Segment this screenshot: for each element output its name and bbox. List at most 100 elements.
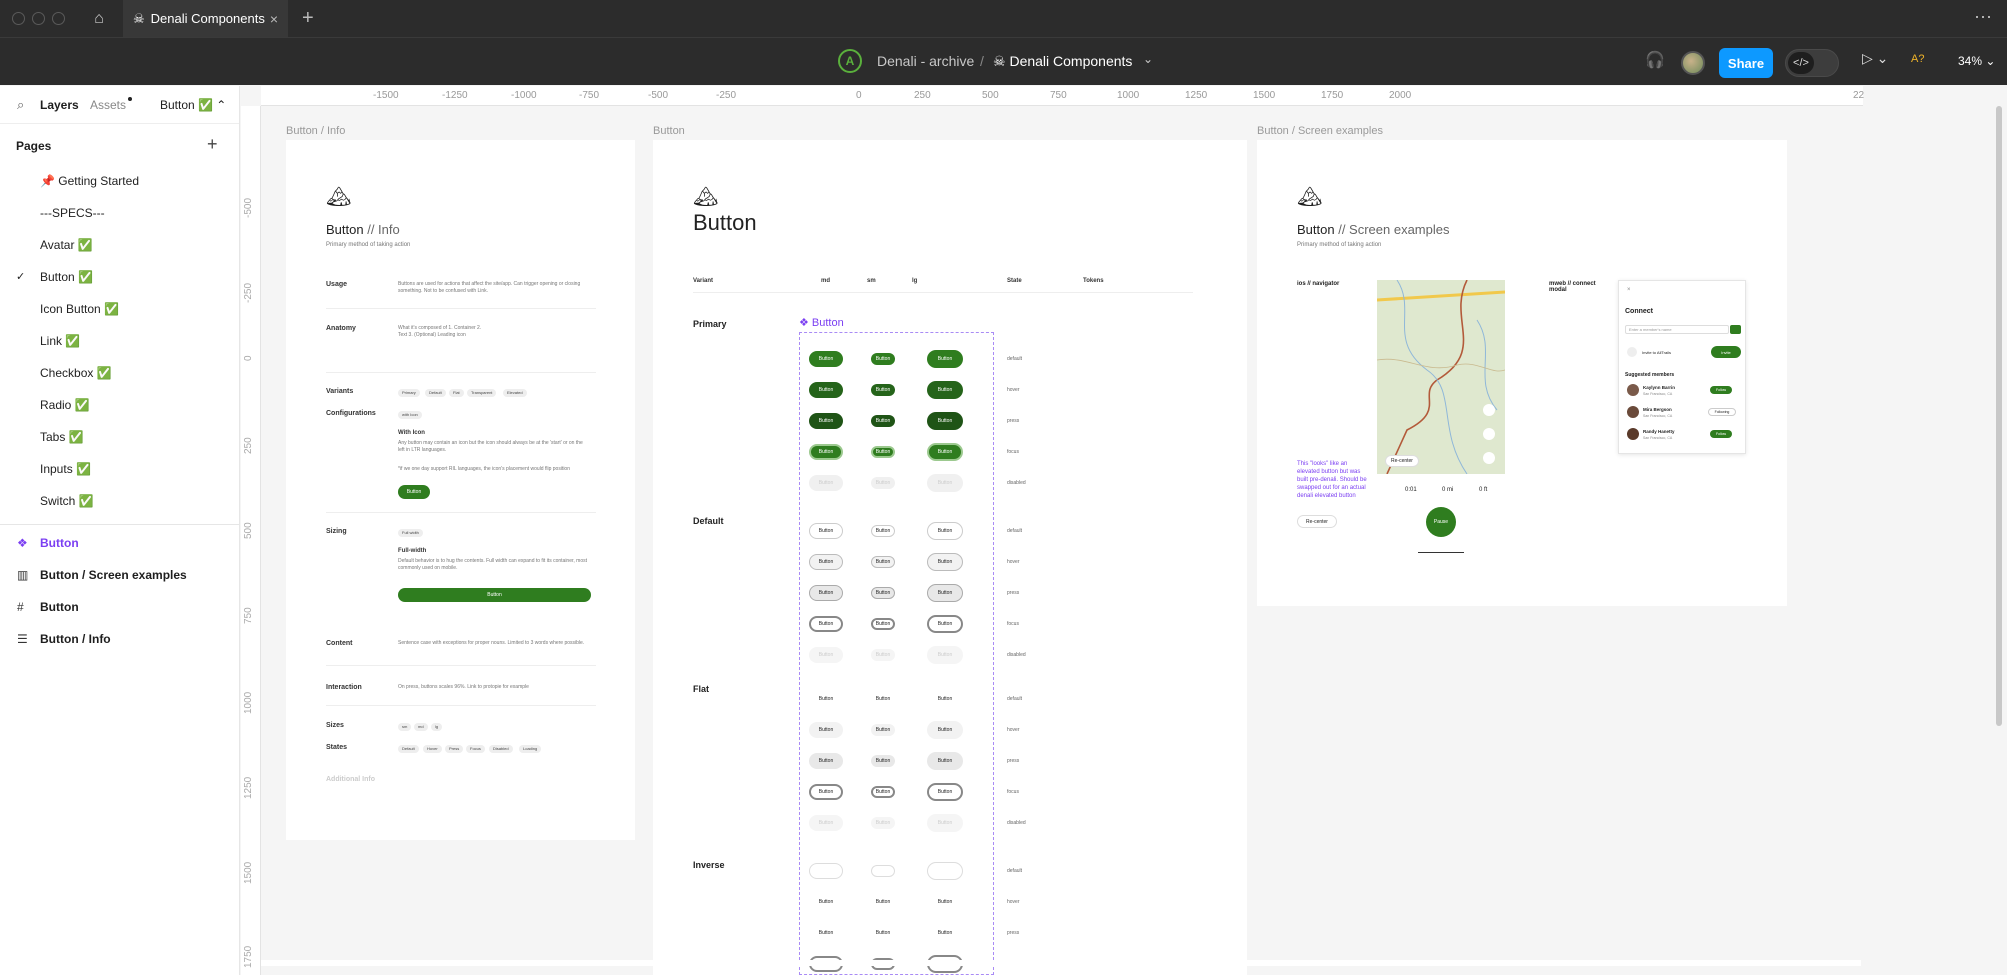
avatar[interactable] — [1681, 51, 1705, 75]
close-tab-icon[interactable]: × — [270, 11, 278, 27]
frame-label-button[interactable]: Button — [653, 125, 685, 137]
flat-button-hover[interactable]: Button — [927, 721, 963, 739]
default-button-default[interactable]: Button — [809, 523, 843, 539]
primary-button-hover[interactable]: Button — [927, 381, 963, 399]
flat-button-disabled[interactable]: Button — [927, 814, 963, 832]
default-button-disabled[interactable]: Button — [809, 647, 843, 663]
new-tab-icon[interactable]: + — [302, 7, 314, 30]
page-item[interactable]: 📌 Getting Started — [40, 174, 139, 188]
default-button-disabled[interactable]: Button — [871, 649, 895, 661]
current-page-selector[interactable]: Button ✅ ⌃ — [160, 98, 226, 112]
flat-button-hover[interactable]: Button — [809, 722, 843, 738]
default-button-hover[interactable]: Button — [927, 553, 963, 571]
inverse-button-default[interactable]: Button — [927, 862, 963, 880]
screen-examples-frame[interactable]: 🏔 Button // Screen examples Primary meth… — [1257, 140, 1787, 606]
inverse-button-press[interactable]: Button — [809, 925, 843, 941]
layer-item[interactable]: Button — [40, 536, 79, 550]
layer-item[interactable]: Button — [40, 600, 79, 614]
headphones-icon[interactable]: 🎧 — [1645, 50, 1665, 70]
primary-button-focus[interactable]: Button — [871, 446, 895, 458]
primary-button-disabled[interactable]: Button — [809, 475, 843, 491]
component-set-label[interactable]: ❖ Button — [799, 316, 844, 329]
chevron-down-icon[interactable]: ⌄ — [1143, 52, 1153, 66]
primary-button-default[interactable]: Button — [871, 353, 895, 365]
info-frame[interactable]: 🏔 Button // Info Primary method of takin… — [286, 140, 635, 840]
primary-button-press[interactable]: Button — [809, 413, 843, 429]
flat-button-focus[interactable]: Button — [927, 783, 963, 801]
file-tab[interactable]: ☠ Denali Components × — [123, 0, 288, 37]
primary-button-disabled[interactable]: Button — [871, 477, 895, 489]
search-icon[interactable]: ⌕ — [17, 97, 24, 113]
design-canvas[interactable]: -1500 -1250 -1000 -750 -500 -250 0 250 5… — [241, 86, 2007, 975]
page-item[interactable]: ---SPECS--- — [40, 206, 105, 220]
default-button-hover[interactable]: Button — [809, 554, 843, 570]
layer-item[interactable]: Button / Info — [40, 632, 111, 646]
frame-label-info[interactable]: Button / Info — [286, 125, 345, 137]
flat-button-press[interactable]: Button — [927, 752, 963, 770]
primary-button-default[interactable]: Button — [927, 350, 963, 368]
home-icon[interactable]: ⌂ — [86, 8, 112, 30]
inverse-button-press[interactable]: Button — [871, 927, 895, 939]
default-button-hover[interactable]: Button — [871, 556, 895, 568]
panel-divider[interactable] — [0, 524, 240, 525]
inverse-button-hover[interactable]: Button — [809, 894, 843, 910]
project-breadcrumb[interactable]: Denali - archive — [877, 53, 974, 69]
inverse-button-hover[interactable]: Button — [927, 893, 963, 911]
inverse-button-default[interactable]: Button — [871, 865, 895, 877]
page-item[interactable]: Avatar ✅ — [40, 238, 93, 252]
flat-button-hover[interactable]: Button — [871, 724, 895, 736]
page-item[interactable]: Checkbox ✅ — [40, 366, 112, 380]
default-button-press[interactable]: Button — [809, 585, 843, 601]
primary-button-focus[interactable]: Button — [809, 444, 843, 460]
flat-button-press[interactable]: Button — [871, 755, 895, 767]
tab-layers[interactable]: Layers — [40, 98, 79, 112]
page-item[interactable]: Icon Button ✅ — [40, 302, 119, 316]
flat-button-focus[interactable]: Button — [809, 784, 843, 800]
play-icon[interactable]: ▷ ⌄ — [1862, 50, 1888, 67]
more-icon[interactable]: ⋯ — [1974, 7, 1993, 28]
frame-label-screen[interactable]: Button / Screen examples — [1257, 125, 1383, 137]
primary-button-press[interactable]: Button — [871, 415, 895, 427]
missing-fonts-badge[interactable]: A? — [1911, 53, 1924, 65]
default-button-disabled[interactable]: Button — [927, 646, 963, 664]
default-button-press[interactable]: Button — [927, 584, 963, 602]
flat-button-disabled[interactable]: Button — [809, 815, 843, 831]
flat-button-default[interactable]: Button — [871, 693, 895, 705]
alltrails-logo-icon[interactable]: A — [838, 49, 862, 73]
button-frame[interactable]: 🏔 Button Variant md sm lg State Tokens P… — [653, 140, 1247, 975]
page-item[interactable]: Radio ✅ — [40, 398, 90, 412]
primary-button-focus[interactable]: Button — [927, 443, 963, 461]
primary-button-default[interactable]: Button — [809, 351, 843, 367]
file-name[interactable]: ☠ Denali Components — [993, 53, 1132, 70]
window-maximize-button[interactable] — [52, 12, 65, 25]
default-button-focus[interactable]: Button — [927, 615, 963, 633]
inverse-button-hover[interactable]: Button — [871, 896, 895, 908]
layer-item[interactable]: Button / Screen examples — [40, 568, 187, 582]
default-button-focus[interactable]: Button — [809, 616, 843, 632]
primary-button-press[interactable]: Button — [927, 412, 963, 430]
zoom-level[interactable]: 34% ⌄ — [1958, 54, 1995, 68]
tab-assets[interactable]: Assets — [90, 98, 126, 112]
page-item[interactable]: Link ✅ — [40, 334, 80, 348]
add-page-icon[interactable]: + — [207, 134, 218, 155]
inverse-button-default[interactable]: Button — [809, 863, 843, 879]
page-item-selected[interactable]: Button ✅ — [40, 270, 93, 284]
flat-button-focus[interactable]: Button — [871, 786, 895, 798]
flat-button-default[interactable]: Button — [927, 690, 963, 708]
window-minimize-button[interactable] — [32, 12, 45, 25]
flat-button-disabled[interactable]: Button — [871, 817, 895, 829]
default-button-press[interactable]: Button — [871, 587, 895, 599]
page-item[interactable]: Switch ✅ — [40, 494, 94, 508]
dev-mode-toggle[interactable]: </> — [1785, 49, 1839, 77]
default-button-default[interactable]: Button — [871, 525, 895, 537]
default-button-focus[interactable]: Button — [871, 618, 895, 630]
primary-button-hover[interactable]: Button — [871, 384, 895, 396]
default-button-default[interactable]: Button — [927, 522, 963, 540]
inverse-button-press[interactable]: Button — [927, 924, 963, 942]
flat-button-default[interactable]: Button — [809, 691, 843, 707]
share-button[interactable]: Share — [1719, 48, 1773, 78]
horizontal-scrollbar[interactable] — [261, 960, 1861, 966]
primary-button-hover[interactable]: Button — [809, 382, 843, 398]
primary-button-disabled[interactable]: Button — [927, 474, 963, 492]
window-close-button[interactable] — [12, 12, 25, 25]
